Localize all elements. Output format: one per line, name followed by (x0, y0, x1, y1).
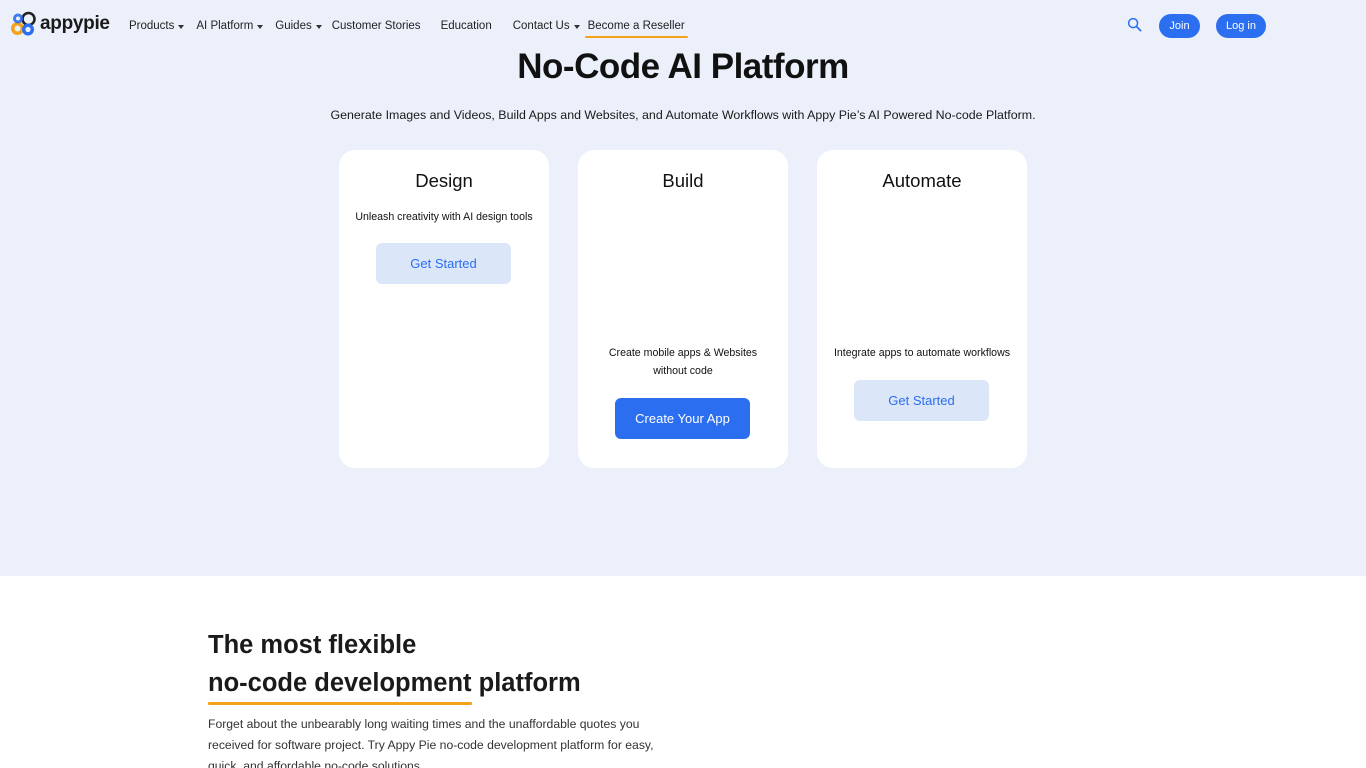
nav-item-label: Become a Reseller (587, 20, 685, 32)
nav-item-education[interactable]: Education (441, 20, 492, 32)
card-build: Build Create mobile apps & Websites with… (578, 150, 788, 468)
design-get-started-button[interactable]: Get Started (376, 243, 511, 284)
nav-item-contact-us[interactable]: Contact Us (513, 20, 580, 32)
card-description: Integrate apps to automate workflows (833, 347, 1011, 359)
nav-item-label: Guides (275, 20, 312, 32)
heading-highlight: no-code development (208, 664, 472, 705)
card-design: Design Unleash creativity with AI design… (339, 150, 549, 468)
appypie-logo-icon (11, 11, 36, 36)
nav-item-guides[interactable]: Guides (275, 20, 322, 32)
nav-item-products[interactable]: Products (129, 20, 185, 32)
section-description: Forget about the unbearably long waiting… (208, 717, 654, 768)
card-description: Unleash creativity with AI design tools (355, 211, 533, 223)
heading-rest: platform (471, 669, 581, 697)
page-title: No-Code AI Platform (517, 47, 849, 86)
card-description: Create mobile apps & Websites without co… (608, 347, 758, 377)
card-title: Build (662, 170, 704, 191)
join-button[interactable]: Join (1159, 14, 1200, 38)
caret-down-icon (315, 25, 322, 29)
nav-item-ai-platform[interactable]: AI Platform (196, 20, 264, 32)
section-heading: The most flexible no-code development pl… (208, 626, 581, 705)
top-navbar: appypie Products AI Platform Guides Cust… (0, 0, 1366, 50)
create-your-app-button[interactable]: Create Your App (615, 398, 750, 439)
brand-name: appypie (40, 13, 110, 34)
automate-get-started-button[interactable]: Get Started (854, 380, 989, 421)
nav-item-label: Customer Stories (331, 20, 421, 32)
login-button[interactable]: Log in (1216, 14, 1266, 38)
card-title: Automate (882, 170, 962, 191)
appypie-logo[interactable]: appypie (10, 11, 110, 37)
nav-item-label: AI Platform (196, 20, 254, 32)
nav-item-label: Products (129, 20, 175, 32)
caret-down-icon (573, 25, 580, 29)
hero-subtitle: Generate Images and Videos, Build Apps a… (330, 108, 1036, 122)
card-automate: Automate Integrate apps to automate work… (817, 150, 1027, 468)
nav-item-label: Contact Us (512, 20, 570, 32)
nav-item-label: Education (440, 20, 492, 32)
caret-down-icon (178, 25, 185, 29)
nav-item-become-a-reseller[interactable]: Become a Reseller (584, 20, 688, 38)
search-icon[interactable] (1127, 17, 1142, 32)
heading-line-1: The most flexible (208, 631, 417, 659)
caret-down-icon (257, 25, 264, 29)
nav-item-customer-stories[interactable]: Customer Stories (332, 20, 421, 32)
main-menu: Products AI Platform Guides Customer Sto… (129, 18, 688, 38)
card-title: Design (415, 170, 473, 191)
